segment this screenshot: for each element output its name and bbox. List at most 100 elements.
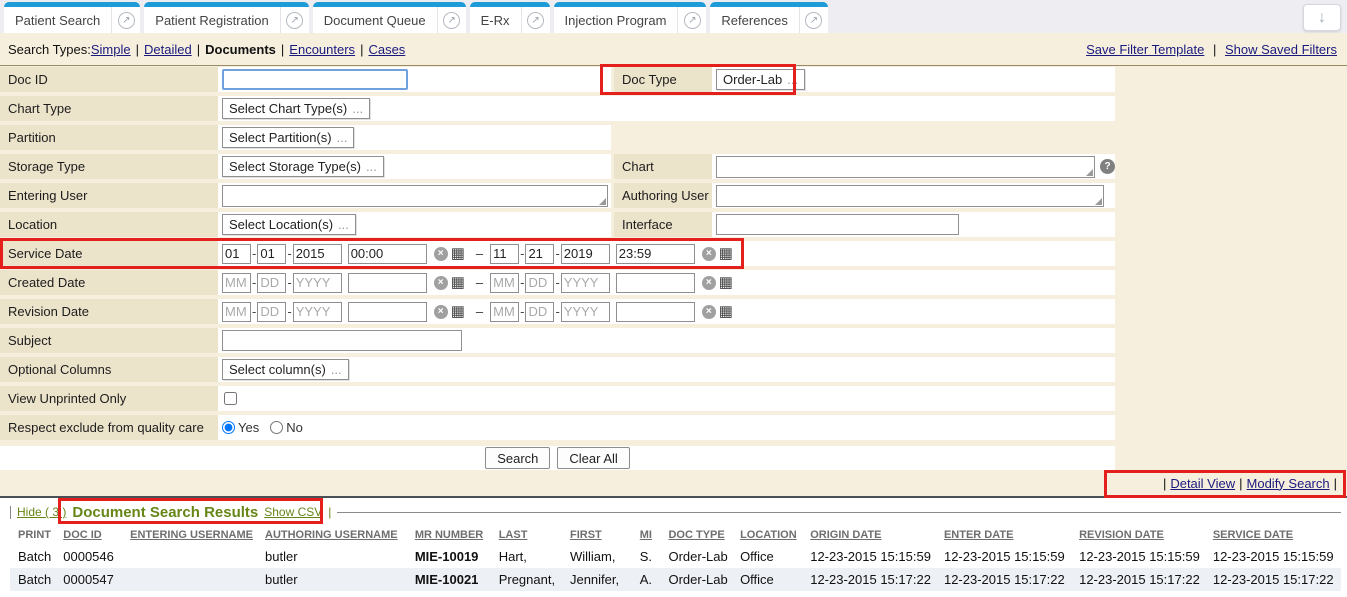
revision-from-day-input[interactable] bbox=[257, 302, 286, 322]
search-type-encounters[interactable]: Encounters bbox=[289, 42, 355, 57]
open-in-new-button[interactable]: ↗ bbox=[280, 7, 309, 33]
entering-user-input[interactable] bbox=[222, 185, 608, 207]
interface-input[interactable] bbox=[716, 214, 959, 235]
clear-date-icon[interactable]: × bbox=[434, 305, 448, 319]
column-header-mi[interactable]: MI bbox=[632, 525, 661, 545]
column-header-service-date[interactable]: SERVICE DATE bbox=[1205, 525, 1341, 545]
column-header-doc-type[interactable]: DOC TYPE bbox=[660, 525, 732, 545]
created-to-month-input[interactable] bbox=[490, 273, 519, 293]
doc-id-input[interactable] bbox=[222, 69, 408, 90]
show-csv-link[interactable]: Show CSV bbox=[264, 505, 322, 519]
view-unprinted-checkbox[interactable] bbox=[224, 392, 237, 405]
optional-columns-select-button[interactable]: Select column(s)... bbox=[222, 359, 349, 380]
clear-date-icon[interactable]: × bbox=[434, 276, 448, 290]
clear-date-icon[interactable]: × bbox=[434, 247, 448, 261]
respect-no-radio[interactable] bbox=[270, 421, 283, 434]
created-from-time-input[interactable] bbox=[348, 273, 427, 293]
table-row[interactable]: Batch0000550butlerMIE-10025Anderson,Fred… bbox=[10, 591, 1341, 597]
tab-patient-registration[interactable]: Patient Registration ↗ bbox=[144, 2, 308, 33]
revision-from-year-input[interactable] bbox=[293, 302, 342, 322]
search-type-simple[interactable]: Simple bbox=[91, 42, 131, 57]
service-from-month-input[interactable] bbox=[222, 244, 251, 264]
clear-date-icon[interactable]: × bbox=[702, 247, 716, 261]
service-from-day-input[interactable] bbox=[257, 244, 286, 264]
help-icon[interactable]: ? bbox=[1100, 159, 1115, 174]
created-from-day-input[interactable] bbox=[257, 273, 286, 293]
table-cell-doc-type: Order-Lab bbox=[660, 591, 732, 597]
service-to-time-input[interactable] bbox=[616, 244, 695, 264]
location-select-button[interactable]: Select Location(s)... bbox=[222, 214, 356, 235]
column-header-location[interactable]: LOCATION bbox=[732, 525, 802, 545]
created-to-year-input[interactable] bbox=[561, 273, 610, 293]
tab-references[interactable]: References ↗ bbox=[710, 2, 827, 33]
created-to-time-input[interactable] bbox=[616, 273, 695, 293]
service-from-year-input[interactable] bbox=[293, 244, 342, 264]
hide-results-link[interactable]: Hide ( 3 ) bbox=[17, 505, 66, 519]
tab-injection-program[interactable]: Injection Program ↗ bbox=[554, 2, 707, 33]
created-to-day-input[interactable] bbox=[525, 273, 554, 293]
column-header-first[interactable]: FIRST bbox=[562, 525, 632, 545]
detail-view-link[interactable]: Detail View bbox=[1170, 476, 1235, 491]
service-from-time-input[interactable] bbox=[348, 244, 427, 264]
calendar-icon[interactable]: ▦ bbox=[719, 246, 733, 261]
created-from-year-input[interactable] bbox=[293, 273, 342, 293]
column-header-enter-date[interactable]: ENTER DATE bbox=[936, 525, 1071, 545]
calendar-icon[interactable]: ▦ bbox=[719, 275, 733, 290]
column-header-entering-username[interactable]: ENTERING USERNAME bbox=[122, 525, 257, 545]
column-header-mr-number[interactable]: MR NUMBER bbox=[407, 525, 491, 545]
respect-yes-radio[interactable] bbox=[222, 421, 235, 434]
tab-document-queue[interactable]: Document Queue ↗ bbox=[313, 2, 466, 33]
column-header-origin-date[interactable]: ORIGIN DATE bbox=[802, 525, 936, 545]
open-in-new-button[interactable]: ↗ bbox=[677, 7, 706, 33]
service-to-month-input[interactable] bbox=[490, 244, 519, 264]
created-from-month-input[interactable] bbox=[222, 273, 251, 293]
revision-to-day-input[interactable] bbox=[525, 302, 554, 322]
chart-input[interactable] bbox=[716, 156, 1095, 178]
column-header-authoring-username[interactable]: AUTHORING USERNAME bbox=[257, 525, 407, 545]
clear-all-button[interactable]: Clear All bbox=[557, 447, 629, 469]
tab-patient-search[interactable]: Patient Search ↗ bbox=[4, 2, 140, 33]
download-button[interactable]: ↓ bbox=[1303, 4, 1341, 31]
row-chart-type: Chart Type Select Chart Type(s)... bbox=[0, 96, 1347, 121]
revision-from-time-input[interactable] bbox=[348, 302, 427, 322]
revision-from-month-input[interactable] bbox=[222, 302, 251, 322]
open-in-new-button[interactable]: ↗ bbox=[799, 7, 828, 33]
column-header-last[interactable]: LAST bbox=[491, 525, 562, 545]
service-to-year-input[interactable] bbox=[561, 244, 610, 264]
column-header-doc-id[interactable]: DOC ID bbox=[55, 525, 122, 545]
table-row[interactable]: Batch0000547butlerMIE-10021Pregnant,Jenn… bbox=[10, 568, 1341, 591]
column-header-revision-date[interactable]: REVISION DATE bbox=[1071, 525, 1205, 545]
revision-to-year-input[interactable] bbox=[561, 302, 610, 322]
show-saved-filters-link[interactable]: Show Saved Filters bbox=[1225, 42, 1337, 57]
search-type-documents-active: Documents bbox=[205, 42, 276, 57]
service-to-day-input[interactable] bbox=[525, 244, 554, 264]
calendar-icon[interactable]: ▦ bbox=[451, 246, 465, 261]
search-button[interactable]: Search bbox=[485, 447, 550, 469]
authoring-user-input[interactable] bbox=[716, 185, 1104, 207]
save-filter-template-link[interactable]: Save Filter Template bbox=[1086, 42, 1204, 57]
storage-type-select-button[interactable]: Select Storage Type(s)... bbox=[222, 156, 384, 177]
open-in-new-button[interactable]: ↗ bbox=[111, 7, 140, 33]
calendar-icon[interactable]: ▦ bbox=[719, 304, 733, 319]
revision-to-month-input[interactable] bbox=[490, 302, 519, 322]
doc-type-select-button[interactable]: Order-Lab... bbox=[716, 69, 805, 90]
open-in-new-icon: ↗ bbox=[805, 12, 822, 29]
subject-input[interactable] bbox=[222, 330, 462, 351]
table-row[interactable]: Batch0000546butlerMIE-10019Hart,William,… bbox=[10, 545, 1341, 568]
revision-to-time-input[interactable] bbox=[616, 302, 695, 322]
clear-date-icon[interactable]: × bbox=[702, 305, 716, 319]
partition-select-button[interactable]: Select Partition(s)... bbox=[222, 127, 354, 148]
search-type-detailed[interactable]: Detailed bbox=[144, 42, 192, 57]
table-cell-first: Frederick, bbox=[562, 591, 632, 597]
tab-e-rx[interactable]: E-Rx ↗ bbox=[470, 2, 550, 33]
search-type-cases[interactable]: Cases bbox=[368, 42, 405, 57]
calendar-icon[interactable]: ▦ bbox=[451, 275, 465, 290]
clear-date-icon[interactable]: × bbox=[702, 276, 716, 290]
chart-type-select-button[interactable]: Select Chart Type(s)... bbox=[222, 98, 370, 119]
calendar-icon[interactable]: ▦ bbox=[451, 304, 465, 319]
modify-search-link[interactable]: Modify Search bbox=[1247, 476, 1330, 491]
table-cell-location: Office bbox=[732, 591, 802, 597]
open-in-new-button[interactable]: ↗ bbox=[437, 7, 466, 33]
table-cell-revision-date: 02-03-2016 13:36:41 bbox=[1071, 591, 1205, 597]
open-in-new-button[interactable]: ↗ bbox=[521, 7, 550, 33]
